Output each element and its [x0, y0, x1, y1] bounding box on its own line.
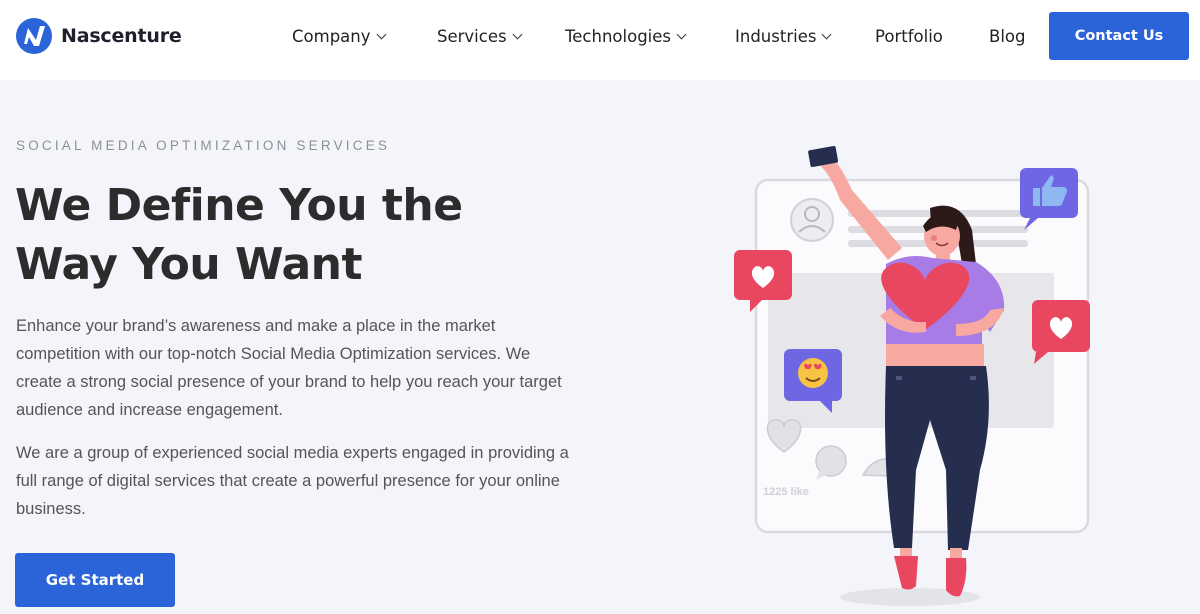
- nav-label: Portfolio: [875, 26, 943, 46]
- nav-label: Company: [292, 26, 371, 46]
- nav-label: Services: [437, 26, 507, 46]
- nav-label: Blog: [989, 26, 1026, 46]
- hero-eyebrow: SOCIAL MEDIA OPTIMIZATION SERVICES: [16, 138, 391, 153]
- brand-name: Nascenture: [61, 25, 182, 47]
- hero-paragraph-1: Enhance your brand’s awareness and make …: [16, 317, 562, 419]
- nav-blog[interactable]: Blog: [989, 24, 1025, 48]
- contact-us-button[interactable]: Contact Us: [1049, 12, 1189, 60]
- headline-line-2: Way You Want: [15, 239, 363, 290]
- get-started-button[interactable]: Get Started: [15, 553, 175, 607]
- hero-paragraph-2: We are a group of experienced social med…: [16, 444, 569, 518]
- profile-icon: [790, 198, 834, 242]
- nav-portfolio[interactable]: Portfolio: [875, 24, 943, 48]
- headline-line-1: We Define You the: [15, 180, 463, 231]
- nav-label: Technologies: [565, 26, 671, 46]
- nav-technologies[interactable]: Technologies: [565, 24, 687, 48]
- brand-logo[interactable]: Nascenture: [15, 17, 182, 55]
- likes-count: 1225 like: [763, 486, 809, 498]
- chevron-down-icon: [376, 29, 386, 39]
- nav-label: Industries: [735, 26, 817, 46]
- chevron-down-icon: [821, 29, 832, 39]
- chevron-down-icon: [512, 29, 523, 39]
- site-header: Nascenture Company Services Technologies…: [0, 0, 1200, 80]
- nav-industries[interactable]: Industries: [735, 24, 832, 48]
- hero-illustration: 1225 like: [734, 146, 1090, 606]
- hero-headline: We Define You the Way You Want: [15, 176, 555, 294]
- logo-icon: [16, 18, 52, 54]
- nav-services[interactable]: Services: [437, 24, 523, 48]
- chevron-down-icon: [676, 29, 687, 39]
- nav-company[interactable]: Company: [292, 24, 386, 48]
